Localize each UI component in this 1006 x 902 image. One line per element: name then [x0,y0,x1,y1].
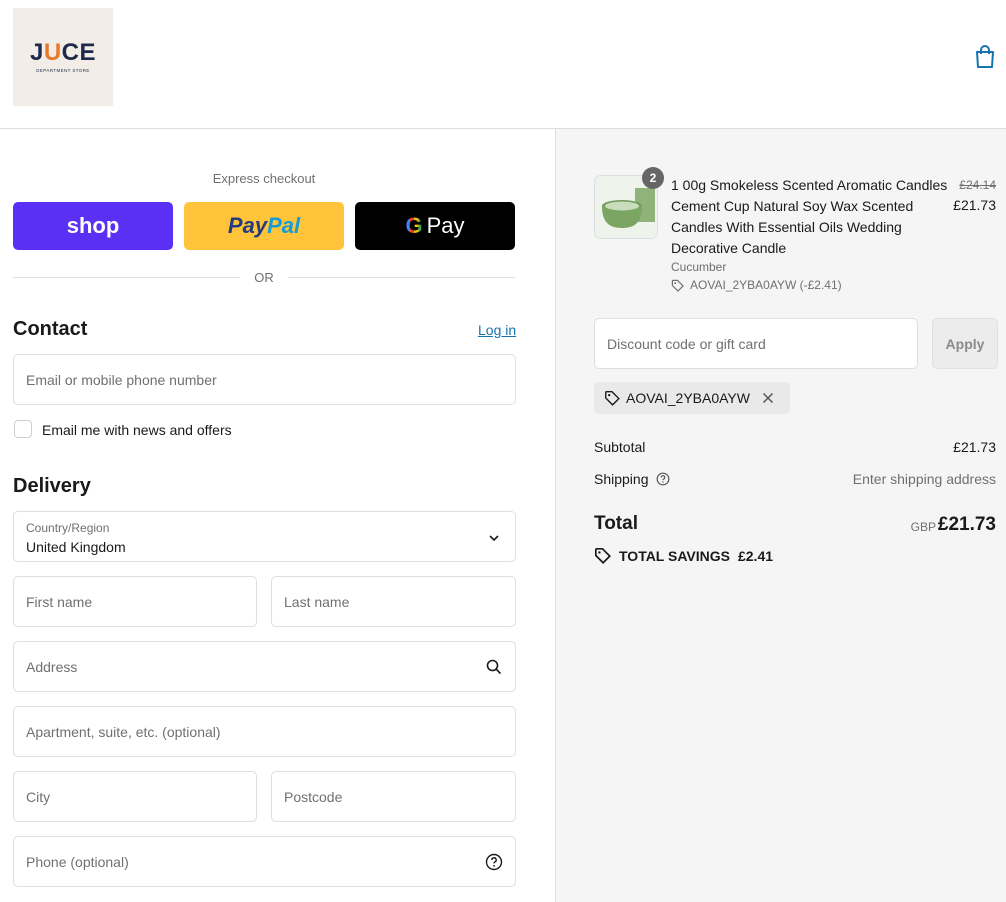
discount-code-input[interactable]: Discount code or gift card [594,318,918,369]
country-label: Country/Region [26,521,110,535]
quantity-badge: 2 [642,167,664,189]
savings-amount: £2.41 [737,547,774,564]
postcode-field[interactable]: Postcode [271,771,516,822]
shop-pay-label: shop [66,213,120,238]
subtotal-value: £21.73 [953,439,996,455]
header: JUCE DEPARTMENT STORE [0,0,1006,129]
google-pay-button[interactable]: G Pay [355,202,515,250]
contact-heading: Contact [13,318,88,340]
paypal-label-pal: Pal [267,213,301,238]
search-icon [486,659,502,675]
google-g-icon: G [405,213,423,238]
help-circle-icon[interactable] [656,472,670,486]
paypal-label-pay: Pay [227,213,268,238]
first-name-field[interactable]: First name [13,576,257,627]
apartment-field[interactable]: Apartment, suite, etc. (optional) [13,706,516,757]
discount-chip-code: AOVAI_2YBA0AYW [626,390,750,406]
tag-icon [594,547,611,564]
applied-discount-chip: AOVAI_2YBA0AYW [594,382,790,414]
shop-pay-button[interactable]: shop [13,202,173,250]
postcode-placeholder: Postcode [284,789,343,805]
login-link[interactable]: Log in [478,322,516,338]
address-field[interactable]: Address [13,641,516,692]
address-placeholder: Address [26,659,78,675]
product-discount: AOVAI_2YBA0AYW (-£2.41) [671,278,842,292]
country-select[interactable]: Country/Region United Kingdom [13,511,516,562]
or-label: OR [254,270,274,285]
close-icon[interactable] [762,392,774,404]
tag-icon [671,279,684,292]
shopping-bag-icon[interactable] [974,45,996,69]
logo-letters-ce: CE [61,39,97,66]
last-name-placeholder: Last name [284,594,350,610]
logo-subtitle: DEPARTMENT STORE [36,68,90,73]
total-savings: TOTAL SAVINGS £2.41 [594,547,773,564]
delivery-heading: Delivery [13,475,91,497]
shipping-row: Shipping [594,471,670,487]
phone-field[interactable]: Phone (optional) [13,836,516,887]
paypal-button[interactable]: Pay Pal [184,202,344,250]
shipping-value: Enter shipping address [852,471,996,487]
discount-placeholder: Discount code or gift card [607,336,766,352]
order-summary: 2 1 00g Smokeless Scented Aromatic Candl… [555,129,1006,902]
help-circle-icon[interactable] [485,853,503,871]
email-field[interactable]: Email or mobile phone number [13,354,516,405]
phone-placeholder: Phone (optional) [26,854,129,870]
product-title: 1 00g Smokeless Scented Aromatic Candles… [671,177,948,256]
discounted-price: £21.73 [953,197,996,213]
chevron-down-icon [489,535,499,542]
or-divider: OR [13,269,515,287]
original-price: £24.14 [959,178,996,192]
last-name-field[interactable]: Last name [271,576,516,627]
total-label: Total [594,513,638,534]
product-variant: Cucumber [671,260,727,274]
logo-letter-u: U [43,39,62,66]
subtotal-label: Subtotal [594,439,646,455]
first-name-placeholder: First name [26,594,93,610]
email-placeholder: Email or mobile phone number [26,372,217,388]
newsletter-checkbox[interactable] [14,420,32,438]
newsletter-label: Email me with news and offers [42,422,232,438]
city-placeholder: City [26,789,51,805]
apartment-placeholder: Apartment, suite, etc. (optional) [26,724,221,740]
shipping-label: Shipping [594,471,649,487]
total-currency: GBP [910,520,936,534]
store-logo[interactable]: JUCE DEPARTMENT STORE [13,8,113,106]
express-checkout-label: Express checkout [212,171,316,186]
google-pay-label: Pay [426,213,465,238]
savings-label: TOTAL SAVINGS [619,547,730,564]
tag-icon [605,391,620,406]
product-discount-text: AOVAI_2YBA0AYW (-£2.41) [690,278,842,292]
total-amount: £21.73 [937,514,996,535]
country-value: United Kingdom [26,539,126,555]
logo-letter-j: J [29,39,44,66]
city-field[interactable]: City [13,771,257,822]
apply-discount-button[interactable]: Apply [932,318,998,369]
checkout-form: Express checkout shop Pay Pal G Pay OR Co… [0,129,555,902]
